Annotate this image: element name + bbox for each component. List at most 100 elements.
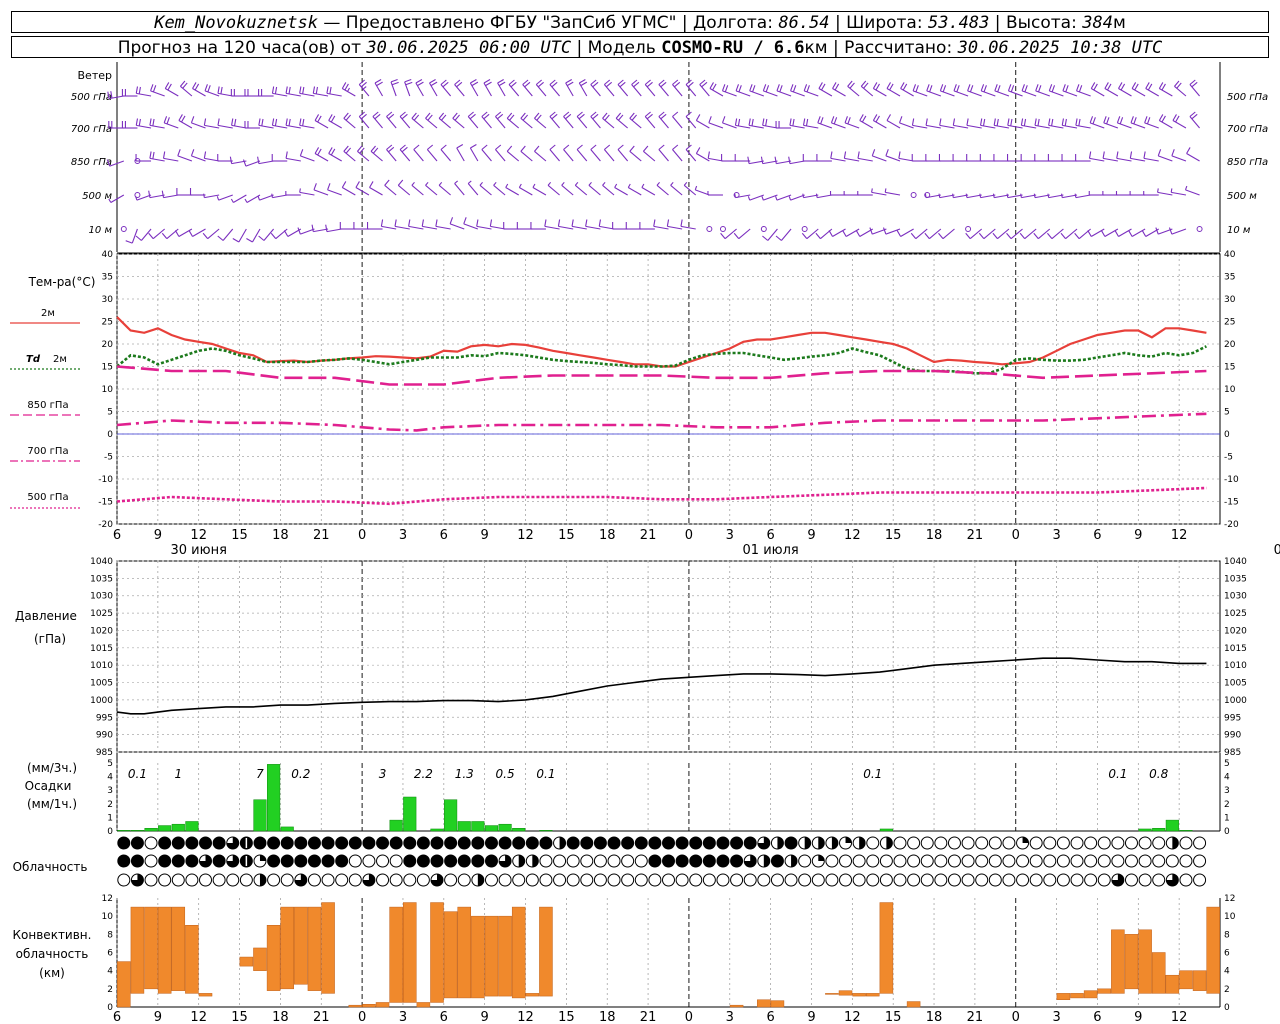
wind-barb-shaft <box>1089 122 1105 129</box>
wind-barb-shaft <box>204 157 220 162</box>
wind-barb-flag <box>1035 84 1039 92</box>
wind-barb-flag <box>397 179 404 186</box>
wind-barb-shaft <box>326 92 342 97</box>
conv-bar <box>866 993 880 997</box>
wind-barb-flag <box>369 181 374 188</box>
wind-calm-symbol <box>120 226 127 232</box>
wind-barb-shaft <box>191 122 206 129</box>
wind-barb-shaft <box>763 90 778 97</box>
wind-barb-flag <box>1076 84 1080 92</box>
wind-barb-shaft <box>1048 124 1064 129</box>
wind-barb-shaft <box>685 116 697 129</box>
wind-barb-flag <box>125 240 133 244</box>
wind-barb-shaft <box>522 84 533 97</box>
wind-barb-flag <box>571 219 574 227</box>
wind-barb-flag <box>1114 230 1119 237</box>
wind-barb-shaft <box>1159 120 1173 129</box>
wind-barb-shaft <box>629 150 642 162</box>
wind-barb-flag <box>1007 118 1010 126</box>
cloud-cover-symbol <box>607 873 621 887</box>
wind-barb-flag <box>965 193 968 198</box>
precip-total-label: 1 <box>174 767 182 781</box>
wind-barb-flag <box>1144 116 1148 124</box>
wind-barb-shaft <box>163 122 179 129</box>
wind-barb-flag <box>566 81 574 87</box>
wind-calm-symbol <box>1196 226 1203 232</box>
wind-barb-flag <box>495 111 502 117</box>
wind-barb-shaft <box>1131 88 1146 97</box>
hour-tick-label: 15 <box>885 1010 902 1024</box>
hour-tick-label: 12 <box>844 528 861 543</box>
cloud-cover-fill <box>763 855 770 867</box>
wind-barb-shaft <box>204 194 220 199</box>
wind-barb-flag <box>1184 185 1188 191</box>
wind-barb-flag <box>1158 82 1164 89</box>
wind-barb-flag <box>926 84 930 92</box>
cloud-cover-symbol <box>553 873 567 887</box>
wind-barb-shaft <box>192 228 206 237</box>
wind-barb-flag <box>969 85 974 93</box>
temp-ytick-left: -20 <box>98 520 113 530</box>
conv-bar <box>1192 970 1207 991</box>
wind-barb-shaft <box>1157 191 1173 196</box>
cloud-cover-symbol <box>920 854 934 868</box>
wind-barb-flag <box>592 81 599 88</box>
cloud-cover-symbol <box>185 854 199 868</box>
precip-ytick-right: 1 <box>1224 813 1230 823</box>
wind-barb-shaft <box>177 155 193 162</box>
precip-ytick-right: 5 <box>1224 759 1230 769</box>
wind-calm-symbol <box>965 226 972 232</box>
cloud-cover-symbol <box>621 854 635 868</box>
cloud-cover-symbol <box>730 836 744 850</box>
cloud-cover-symbol <box>893 854 907 868</box>
wind-barb-flag <box>1175 115 1180 123</box>
wind-barb-shaft <box>136 92 152 97</box>
wind-barb-flag <box>485 81 492 87</box>
wind-barb-shaft <box>1075 124 1091 129</box>
hour-tick-label: 21 <box>313 1010 330 1024</box>
wind-barb-shaft <box>300 228 315 235</box>
pressure-title: Давление <box>15 609 77 623</box>
wind-barb-shaft <box>463 223 479 230</box>
cloud-cover-symbol <box>839 854 853 868</box>
wind-barb-shaft <box>285 92 301 97</box>
cloud-cover-fill <box>477 874 484 886</box>
conv-bar <box>403 902 417 1003</box>
wind-barb-flag <box>590 144 597 150</box>
cloud-cover-symbol <box>852 873 866 887</box>
wind-barb-flag <box>574 181 579 186</box>
wind-barb-flag <box>938 232 944 239</box>
conv-bar <box>239 956 254 967</box>
cloud-cover-symbol <box>580 836 594 850</box>
wind-barb-shaft <box>166 228 179 240</box>
wind-barb-flag <box>592 113 599 120</box>
wind-barb-flag <box>1074 193 1077 198</box>
wind-barb-flag <box>884 188 887 193</box>
wind-barb-flag <box>413 144 420 150</box>
wind-barb-shaft <box>467 116 479 129</box>
wind-barb-flag <box>644 111 651 117</box>
cloud-cover-symbol <box>988 854 1002 868</box>
hour-tick-label: 6 <box>440 1010 448 1024</box>
cloud-cover-symbol <box>416 836 430 850</box>
wind-barb-shaft <box>358 84 370 97</box>
cloud-cover-symbol <box>934 854 948 868</box>
wind-barb-flag <box>1020 118 1024 126</box>
wind-barb-flag <box>1007 84 1012 92</box>
wind-barb-shaft <box>506 150 520 162</box>
cloud-cover-symbol <box>403 873 417 887</box>
wind-barb-shaft <box>576 149 588 162</box>
press-ytick-right: 985 <box>1224 748 1241 758</box>
wind-barb-flag <box>544 219 547 227</box>
cloud-cover-symbol <box>662 854 675 868</box>
cloud-cover-symbol <box>376 854 390 868</box>
cloud-cover-symbol <box>444 873 458 887</box>
wind-barb-flag <box>438 181 443 186</box>
wind-barb-shaft <box>163 157 179 162</box>
wind-barb-shaft <box>222 228 234 241</box>
wind-barb-shaft <box>246 194 261 203</box>
temp-2m-label: 2м <box>41 308 55 319</box>
cloud-cover-fill <box>532 855 539 867</box>
cloud-cover-symbol <box>267 836 281 850</box>
wind-barb-shaft <box>1034 194 1050 199</box>
